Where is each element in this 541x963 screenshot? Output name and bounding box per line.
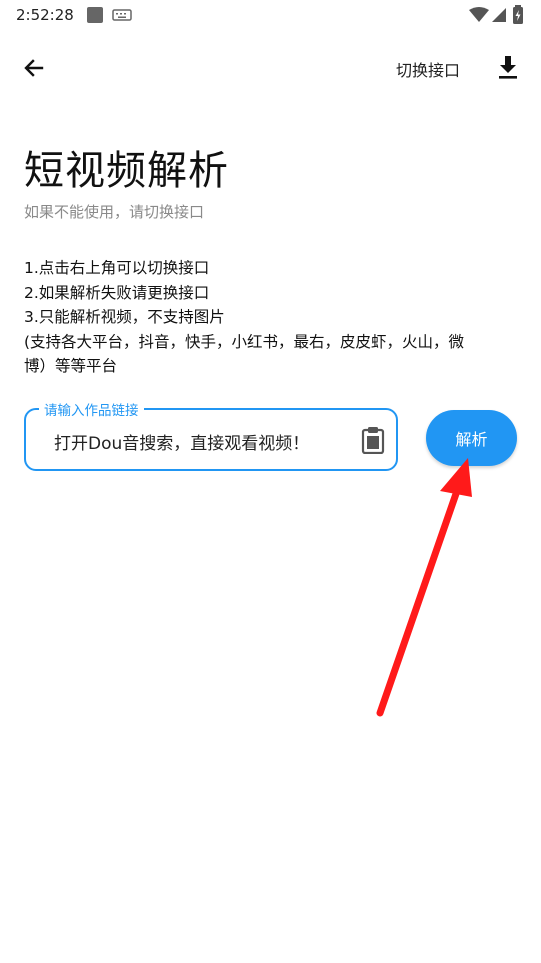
clipboard-icon[interactable]: [361, 426, 385, 454]
battery-charging-icon: [513, 5, 523, 24]
link-input-field[interactable]: 请输入作品链接 打开Dou音搜索，直接观看视频！: [24, 399, 398, 471]
instruction-line: 1.点击右上角可以切换接口: [24, 259, 210, 277]
page-title: 短视频解析: [24, 148, 229, 194]
parse-button[interactable]: 解析: [426, 410, 517, 466]
app-bar: 切换接口: [0, 40, 541, 96]
link-input-value[interactable]: 打开Dou音搜索，直接观看视频！: [54, 429, 309, 454]
wifi-icon: [469, 7, 489, 22]
switch-interface-button[interactable]: 切换接口: [396, 57, 460, 81]
keyboard-icon: [112, 9, 132, 21]
download-icon[interactable]: [494, 52, 522, 82]
arrow-left-icon[interactable]: [18, 52, 50, 84]
link-input-label: 请输入作品链接: [39, 399, 144, 419]
instruction-line: (支持各大平台，抖音，快手，小红书，最右，皮皮虾，火山，微: [24, 332, 465, 351]
instruction-line: 3.只能解析视频，不支持图片: [24, 308, 225, 326]
cellular-signal-icon: [492, 8, 506, 22]
instruction-line: 2.如果解析失败请更换接口: [24, 283, 210, 302]
status-bar: 2:52:28: [0, 0, 541, 30]
instructions-block: 1.点击右上角可以切换接口 2.如果解析失败请更换接口 3.只能解析视频，不支持…: [24, 256, 514, 379]
status-time: 2:52:28: [16, 6, 74, 24]
instruction-line: 博）等等平台: [24, 357, 118, 375]
page-subtitle: 如果不能使用，请切换接口: [24, 203, 205, 221]
notification-square-icon: [87, 7, 103, 23]
